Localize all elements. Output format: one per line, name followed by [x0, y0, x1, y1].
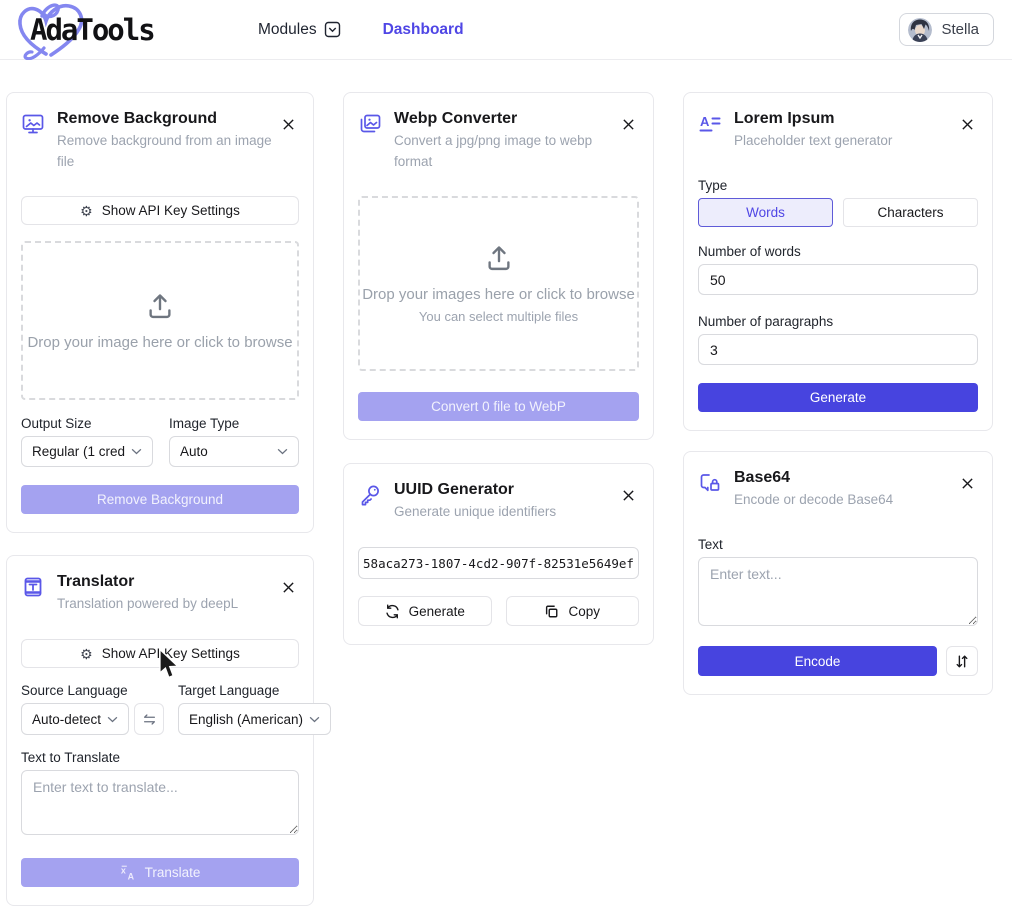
- svg-text:A: A: [700, 114, 710, 129]
- source-language-label: Source Language: [21, 683, 129, 698]
- card-description: Convert a jpg/png image to webp format: [394, 130, 613, 172]
- chevron-down-icon: [309, 716, 320, 723]
- number-of-paragraphs-input[interactable]: [698, 334, 978, 365]
- nav-modules-label: Modules: [258, 21, 317, 39]
- dropzone-subtext: You can select multiple files: [419, 309, 578, 324]
- number-of-words-label: Number of words: [698, 244, 978, 259]
- svg-text:x: x: [120, 865, 125, 875]
- logo-text: AdaTools: [30, 13, 154, 47]
- image-type-select[interactable]: Auto: [169, 436, 299, 467]
- card-description: Placeholder text generator: [734, 130, 892, 151]
- type-characters-button[interactable]: Characters: [843, 198, 978, 227]
- user-menu-button[interactable]: Stella: [899, 13, 994, 46]
- encode-button[interactable]: Encode: [698, 646, 937, 676]
- number-of-words-input[interactable]: [698, 264, 978, 295]
- card-remove-background: Remove Background Remove background from…: [6, 92, 314, 533]
- message-lock-icon: [698, 471, 722, 495]
- base64-text-input[interactable]: [698, 557, 978, 626]
- translate-button[interactable]: x A Translate: [21, 858, 299, 887]
- output-size-label: Output Size: [21, 416, 153, 431]
- nav-dashboard-label: Dashboard: [383, 21, 464, 39]
- dropzone-text: Drop your image here or click to browse: [27, 334, 292, 351]
- chevron-down-icon: [131, 448, 142, 455]
- copy-uuid-button[interactable]: Copy: [506, 596, 640, 626]
- app-logo: AdaTools: [14, 0, 202, 60]
- upload-icon: [484, 243, 514, 273]
- convert-to-webp-button[interactable]: Convert 0 file to WebP: [358, 392, 639, 421]
- type-label: Type: [698, 178, 978, 193]
- toggle-encode-decode-button[interactable]: [946, 646, 978, 676]
- image-type-label: Image Type: [169, 416, 299, 431]
- card-description: Remove background from an image file: [57, 130, 273, 172]
- nav-modules[interactable]: Modules: [258, 21, 341, 39]
- close-icon[interactable]: [620, 116, 636, 132]
- translate-letter-icon: [21, 575, 45, 599]
- source-language-select[interactable]: Auto-detect: [21, 703, 129, 735]
- swap-vertical-icon: [955, 654, 969, 669]
- card-webp-converter: Webp Converter Convert a jpg/png image t…: [343, 92, 654, 440]
- text-to-translate-label: Text to Translate: [21, 750, 299, 765]
- card-translator: Translator Translation powered by deepL …: [6, 555, 314, 906]
- card-title: Base64: [734, 468, 893, 488]
- images-dropzone[interactable]: Drop your images here or click to browse…: [358, 196, 639, 371]
- type-words-button[interactable]: Words: [698, 198, 833, 227]
- translate-icon: x A: [120, 864, 137, 881]
- screen-image-icon: [21, 112, 45, 136]
- card-lorem-ipsum: A Lorem Ipsum Placeholder text generator…: [683, 92, 993, 431]
- close-icon[interactable]: [959, 475, 975, 491]
- base64-text-label: Text: [698, 537, 978, 552]
- swap-languages-button[interactable]: [134, 703, 164, 735]
- target-language-select[interactable]: English (American): [178, 703, 331, 735]
- card-title: Lorem Ipsum: [734, 109, 892, 129]
- translate-text-input[interactable]: [21, 770, 299, 835]
- dashboard-grid: Remove Background Remove background from…: [0, 60, 1012, 906]
- images-icon: [358, 112, 382, 136]
- close-icon[interactable]: [280, 116, 296, 132]
- user-name: Stella: [941, 21, 979, 38]
- image-dropzone[interactable]: Drop your image here or click to browse: [21, 241, 299, 400]
- close-icon[interactable]: [280, 579, 296, 595]
- main-nav: Modules Dashboard: [258, 21, 464, 39]
- remove-background-button[interactable]: Remove Background: [21, 485, 299, 514]
- swap-horizontal-icon: [142, 713, 157, 726]
- user-avatar: [908, 18, 932, 42]
- close-icon[interactable]: [620, 487, 636, 503]
- chevron-down-icon: [277, 448, 288, 455]
- show-api-key-settings-button[interactable]: ⚙ Show API Key Settings: [21, 639, 299, 668]
- svg-text:A: A: [127, 871, 134, 881]
- gear-icon: ⚙: [80, 647, 93, 661]
- card-description: Encode or decode Base64: [734, 489, 893, 510]
- card-uuid-generator: UUID Generator Generate unique identifie…: [343, 463, 654, 645]
- card-title: Translator: [57, 572, 238, 592]
- generate-lorem-button[interactable]: Generate: [698, 383, 978, 412]
- output-size-select[interactable]: Regular (1 credit: [21, 436, 153, 467]
- target-language-label: Target Language: [178, 683, 331, 698]
- top-bar: AdaTools Modules Dashboard Stella: [0, 0, 1012, 60]
- card-description: Generate unique identifiers: [394, 501, 556, 522]
- number-of-paragraphs-label: Number of paragraphs: [698, 314, 978, 329]
- dropzone-text: Drop your images here or click to browse: [362, 286, 635, 303]
- show-api-key-settings-button[interactable]: ⚙ Show API Key Settings: [21, 196, 299, 225]
- refresh-icon: [385, 604, 400, 619]
- upload-icon: [145, 291, 175, 321]
- uuid-value: 58aca273-1807-4cd2-907f-82531e5649ef: [358, 547, 639, 579]
- gear-icon: ⚙: [80, 204, 93, 218]
- nav-dashboard[interactable]: Dashboard: [383, 21, 464, 39]
- letter-text-icon: A: [698, 112, 722, 136]
- card-base64: Base64 Encode or decode Base64 Text Enco…: [683, 451, 993, 695]
- copy-icon: [544, 604, 559, 619]
- close-icon[interactable]: [959, 116, 975, 132]
- dropdown-box-icon: [324, 21, 341, 38]
- card-title: UUID Generator: [394, 480, 556, 500]
- chevron-down-icon: [107, 716, 118, 723]
- card-title: Webp Converter: [394, 109, 613, 129]
- card-description: Translation powered by deepL: [57, 593, 238, 614]
- generate-uuid-button[interactable]: Generate: [358, 596, 492, 626]
- card-title: Remove Background: [57, 109, 273, 129]
- key-icon: [358, 483, 382, 507]
